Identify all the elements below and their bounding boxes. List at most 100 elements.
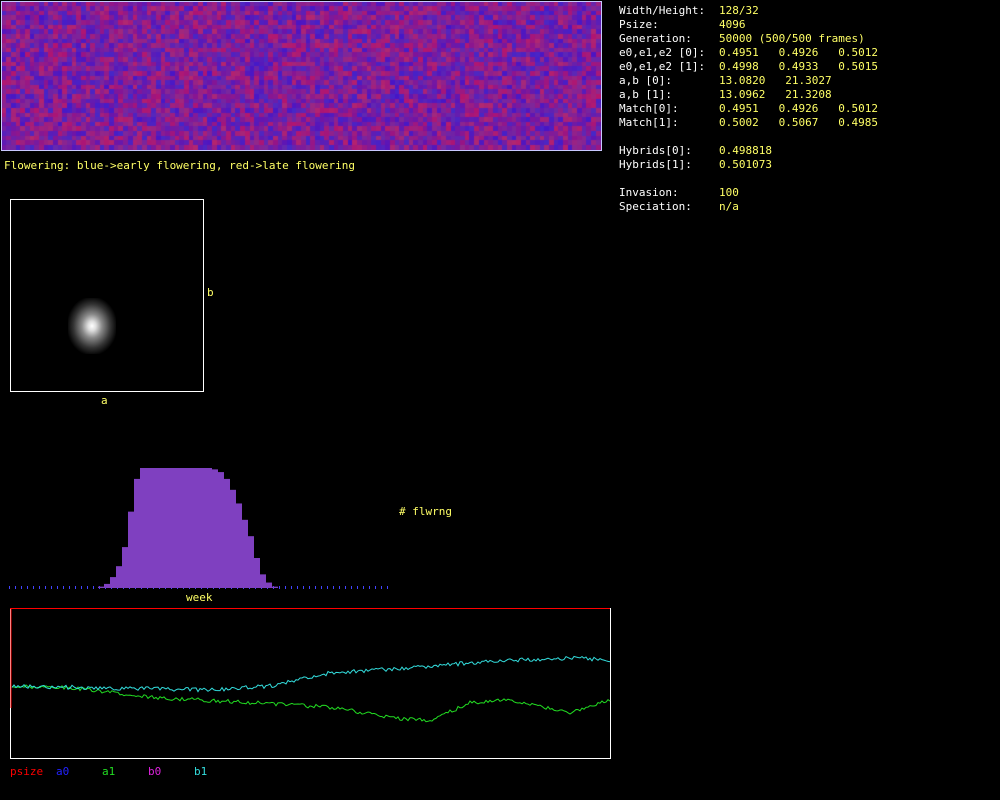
ab-plot-ylabel: b: [207, 286, 214, 299]
histogram-bar: [260, 574, 266, 588]
stat-value: n/a: [719, 200, 739, 213]
stat-label: Hybrids[1]:: [619, 158, 692, 171]
stat-value: 0.4951 0.4926 0.5012: [719, 46, 878, 59]
histogram-bar: [110, 577, 116, 588]
histogram-bar: [152, 468, 158, 588]
stat-row: [619, 130, 878, 144]
stat-value: 0.501073: [719, 158, 772, 171]
histogram-bar: [116, 566, 122, 588]
stat-label: Speciation:: [619, 200, 692, 213]
histogram-tick: [375, 586, 376, 589]
a1-series: [11, 684, 611, 723]
stat-row: Width/Height: 128/32: [619, 4, 878, 18]
stat-value: 4096: [719, 18, 746, 31]
flowering-caption: Flowering: blue->early flowering, red->l…: [4, 159, 355, 172]
stat-value: 50000 (500/500 frames): [719, 32, 865, 45]
histogram-tick: [303, 586, 304, 589]
stat-row: a,b [0]: 13.0820 21.3027: [619, 74, 878, 88]
stat-label: a,b [1]:: [619, 88, 672, 101]
stat-value: 0.5002 0.5067 0.4985: [719, 116, 878, 129]
stat-label: Match[0]:: [619, 102, 679, 115]
stat-value: 128/32: [719, 4, 759, 17]
stat-value: 13.0820 21.3027: [719, 74, 832, 87]
histogram-tick: [291, 586, 292, 589]
histogram-bar: [146, 468, 152, 588]
histogram-tick: [387, 586, 388, 589]
histogram-tick: [69, 586, 70, 589]
histogram-bar: [170, 468, 176, 588]
histogram-tick: [333, 586, 334, 589]
histogram-tick: [81, 586, 82, 589]
histogram-tick: [27, 586, 28, 589]
stat-row: Match[0]: 0.4951 0.4926 0.5012: [619, 102, 878, 116]
histogram-tick: [381, 586, 382, 589]
histogram-tick: [363, 586, 364, 589]
histogram-bar: [266, 582, 272, 588]
histogram-tick: [351, 586, 352, 589]
histogram-tick: [285, 586, 286, 589]
legend-a1: a1: [102, 765, 116, 778]
stat-value: 0.498818: [719, 144, 772, 157]
histogram-tick: [93, 586, 94, 589]
stat-row: Hybrids[1]: 0.501073: [619, 158, 878, 172]
legend-psize: psize: [10, 765, 44, 778]
stat-value: 0.4998 0.4933 0.5015: [719, 60, 878, 73]
stat-label: Invasion:: [619, 186, 679, 199]
histogram-bar: [212, 469, 218, 588]
flowering-histogram: [9, 468, 388, 589]
legend-b1: b1: [194, 765, 208, 778]
stat-row: Invasion: 100: [619, 186, 878, 200]
histogram-tick: [309, 586, 310, 589]
histogram-tick: [327, 586, 328, 589]
histogram-bar: [122, 547, 128, 588]
stat-row: Hybrids[0]: 0.498818: [619, 144, 878, 158]
histogram-tick: [321, 586, 322, 589]
histogram-ylabel: # flwrng: [399, 505, 452, 518]
histogram-bar: [254, 558, 260, 588]
time-series-plot: [10, 608, 611, 759]
histogram-tick: [15, 586, 16, 589]
legend-a0: a0: [56, 765, 70, 778]
histogram-bar: [176, 468, 182, 588]
histogram-bar: [230, 489, 236, 588]
histogram-bar: [188, 468, 194, 588]
histogram-bar: [98, 586, 104, 588]
stat-row: [619, 172, 878, 186]
stat-row: e0,e1,e2 [0]: 0.4951 0.4926 0.5012: [619, 46, 878, 60]
histogram-tick: [21, 586, 22, 589]
stat-label: Match[1]:: [619, 116, 679, 129]
stat-label: e0,e1,e2 [1]:: [619, 60, 706, 73]
histogram-tick: [57, 586, 58, 589]
stat-row: Speciation: n/a: [619, 200, 878, 214]
b1-series: [11, 655, 611, 693]
ab-distribution-plot: [10, 199, 204, 392]
histogram-bar: [200, 468, 206, 588]
histogram-tick: [51, 586, 52, 589]
histogram-tick: [33, 586, 34, 589]
flowering-field-map: [1, 1, 602, 151]
time-series-legend: psize a0 a1 b0 b1: [10, 765, 240, 778]
histogram-tick: [369, 586, 370, 589]
histogram-tick: [339, 586, 340, 589]
histogram-bar: [104, 583, 110, 588]
ab-density-blob: [68, 298, 116, 354]
histogram-xlabel: week: [186, 591, 213, 604]
histogram-bar: [194, 468, 200, 588]
histogram-bar: [218, 472, 224, 588]
histogram-tick: [357, 586, 358, 589]
histogram-bar: [236, 503, 242, 588]
ab-plot-xlabel: a: [101, 394, 108, 407]
stat-row: Generation: 50000 (500/500 frames): [619, 32, 878, 46]
stat-label: Hybrids[0]:: [619, 144, 692, 157]
stat-label: e0,e1,e2 [0]:: [619, 46, 706, 59]
stat-label: a,b [0]:: [619, 74, 672, 87]
histogram-tick: [9, 586, 10, 589]
histogram-bar: [158, 468, 164, 588]
histogram-bar: [128, 511, 134, 588]
stat-value: 13.0962 21.3208: [719, 88, 832, 101]
histogram-tick: [39, 586, 40, 589]
histogram-tick: [315, 586, 316, 589]
stat-row: a,b [1]: 13.0962 21.3208: [619, 88, 878, 102]
stat-label: Width/Height:: [619, 4, 706, 17]
time-plot-frame: [10, 608, 611, 759]
